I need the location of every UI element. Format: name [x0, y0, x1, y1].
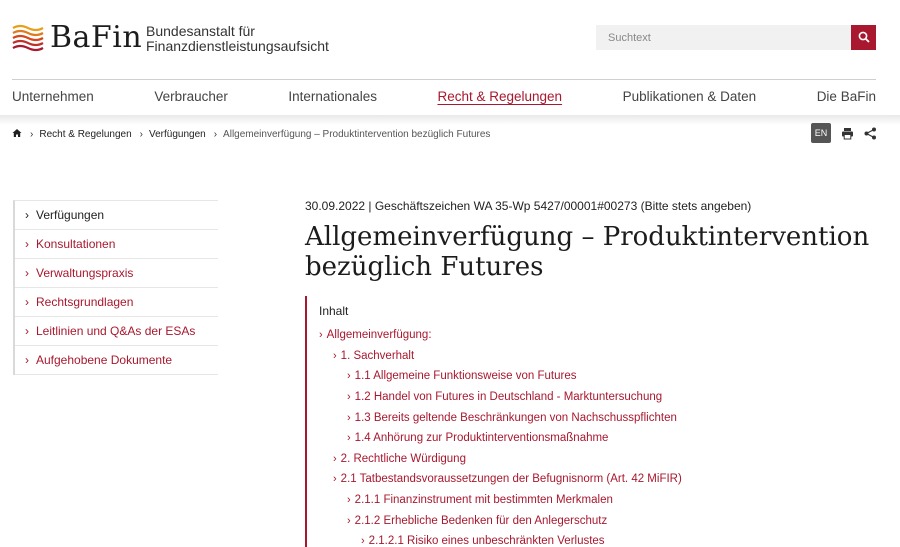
chevron-right-icon: ›	[347, 432, 351, 445]
toc-item-label: 1.2 Handel von Futures in Deutschland - …	[354, 391, 663, 404]
chevron-right-icon: ›	[347, 514, 351, 527]
chevron-right-icon: ›	[25, 208, 29, 222]
toc-item-label: 1. Sachverhalt	[340, 349, 415, 362]
sidebar-item-label: Verwaltungspraxis	[36, 266, 134, 280]
header-divider	[12, 79, 876, 80]
chevron-right-icon: ›	[25, 237, 29, 251]
chevron-right-icon: ›	[347, 411, 351, 424]
nav-shadow	[0, 115, 900, 125]
toc-item-label: 1.1 Allgemeine Funktionsweise von Future…	[354, 370, 577, 383]
nav-item-publikationen-daten[interactable]: Publikationen & Daten	[623, 89, 757, 109]
breadcrumb-item-recht-regelungen[interactable]: Recht & Regelungen	[39, 129, 131, 140]
logo-subtitle-line1: Bundesanstalt für	[146, 23, 255, 39]
toc-item[interactable]: › 1. Sachverhalt	[319, 346, 885, 367]
sidebar-item-label: Verfügungen	[36, 208, 105, 222]
sidebar-item-verwaltungspraxis[interactable]: › Verwaltungspraxis	[15, 259, 218, 288]
chevron-right-icon: ›	[333, 349, 337, 362]
toc-item[interactable]: › 2. Rechtliche Würdigung	[319, 449, 885, 470]
site-header: BaFin Bundesanstalt für Finanzdienstleis…	[0, 0, 900, 80]
nav-item-verbraucher[interactable]: Verbraucher	[154, 89, 228, 109]
toc-heading: Inhalt	[319, 304, 349, 318]
toc-item[interactable]: › 1.1 Allgemeine Funktionsweise von Futur…	[319, 366, 885, 387]
language-switch-button[interactable]: EN	[811, 123, 831, 143]
toc-item-label: 1.4 Anhörung zur Produktinterventionsmaß…	[354, 432, 609, 445]
bafin-logo-mark-icon	[12, 22, 44, 54]
toc-item-label: 2.1.2 Erhebliche Bedenken für den Anlege…	[354, 514, 608, 527]
sidebar-item-label: Rechtsgrundlagen	[36, 295, 134, 309]
sidebar-item-verfuegungen[interactable]: › Verfügungen	[15, 201, 218, 230]
chevron-right-icon: ›	[25, 295, 29, 309]
toc-item[interactable]: › 2.1.1 Finanzinstrument mit bestimmten M…	[319, 490, 885, 511]
chevron-right-icon: ›	[319, 329, 323, 342]
toc-item[interactable]: › 1.4 Anhörung zur Produktinterventionsma…	[319, 428, 885, 449]
logo-wordmark: BaFin	[50, 20, 143, 55]
bafin-logo[interactable]: BaFin	[12, 20, 142, 55]
sidebar-item-rechtsgrundlagen[interactable]: › Rechtsgrundlagen	[15, 288, 218, 317]
chevron-right-icon: ›	[25, 353, 29, 367]
toc-item-label: 2.1.2.1 Risiko eines unbeschränkten Verl…	[368, 535, 605, 547]
chevron-right-icon: ›	[347, 391, 351, 404]
toc-item[interactable]: › 2.1.2.1 Risiko eines unbeschränkten Ver…	[319, 531, 885, 547]
toc-item-label: 1.3 Bereits geltende Beschränkungen von …	[354, 411, 677, 424]
chevron-right-icon: ›	[347, 370, 351, 383]
breadcrumb-item-verfuegungen[interactable]: Verfügungen	[149, 129, 206, 140]
home-icon[interactable]	[12, 128, 22, 141]
sidebar-item-label: Aufgehobene Dokumente	[36, 353, 173, 367]
breadcrumb-chevron-icon: ›	[30, 128, 34, 140]
sidebar-navigation: › Verfügungen › Konsultationen › Verwalt…	[13, 200, 218, 375]
search-icon	[858, 28, 870, 47]
sidebar-item-leitlinien[interactable]: › Leitlinien und Q&As der ESAs	[15, 317, 218, 346]
chevron-right-icon: ›	[25, 324, 29, 338]
main-navigation: Unternehmen Verbraucher Internationales …	[12, 89, 876, 109]
print-icon[interactable]	[840, 126, 854, 140]
breadcrumb-chevron-icon: ›	[213, 128, 218, 140]
toc-item[interactable]: › Allgemeinverfügung:	[319, 325, 885, 346]
toc-item-label: 2. Rechtliche Würdigung	[340, 452, 466, 465]
breadcrumb: › Recht & Regelungen › Verfügungen › All…	[12, 127, 490, 141]
search-bar	[596, 25, 876, 50]
page-tools: EN	[811, 123, 877, 143]
logo-subtitle: Bundesanstalt für Finanzdienstleistungsa…	[146, 24, 329, 54]
chevron-right-icon: ›	[333, 452, 337, 465]
page-title-line2: bezüglich Futures	[305, 252, 544, 282]
page-title-line1: Allgemeinverfügung – Produktintervention	[305, 222, 870, 252]
toc-item[interactable]: › 2.1 Tatbestandsvoraussetzungen der Befu…	[319, 469, 885, 490]
toc-item-label: Allgemeinverfügung:	[326, 329, 432, 342]
chevron-right-icon: ›	[25, 266, 29, 280]
toc-item-label: 2.1 Tatbestandsvoraussetzungen der Befug…	[340, 473, 682, 486]
share-icon[interactable]	[863, 126, 877, 140]
chevron-right-icon: ›	[333, 473, 337, 486]
page-title: Allgemeinverfügung – Produktintervention…	[305, 222, 885, 282]
article-meta: 30.09.2022 | Geschäftszeichen WA 35-Wp 5…	[305, 199, 752, 213]
toc-item[interactable]: › 1.3 Bereits geltende Beschränkungen von…	[319, 407, 885, 428]
logo-subtitle-line2: Finanzdienstleistungsaufsicht	[146, 38, 329, 54]
breadcrumb-current: Allgemeinverfügung – Produktintervention…	[223, 128, 491, 140]
chevron-right-icon: ›	[361, 535, 365, 547]
toc-item[interactable]: › 2.1.2 Erhebliche Bedenken für den Anleg…	[319, 510, 885, 531]
toc-item[interactable]: › 1.2 Handel von Futures in Deutschland -…	[319, 387, 885, 408]
breadcrumb-chevron-icon: ›	[139, 128, 143, 140]
sidebar-item-label: Konsultationen	[36, 237, 116, 251]
toc-item-label: 2.1.1 Finanzinstrument mit bestimmten Me…	[354, 494, 613, 507]
search-button[interactable]	[851, 25, 876, 50]
table-of-contents: Inhalt › Allgemeinverfügung: › 1. Sachverha…	[305, 296, 885, 547]
sidebar-item-aufgehobene-dokumente[interactable]: › Aufgehobene Dokumente	[15, 346, 218, 375]
nav-item-internationales[interactable]: Internationales	[288, 89, 377, 109]
sidebar-item-label: Leitlinien und Q&As der ESAs	[36, 324, 196, 338]
nav-item-die-bafin[interactable]: Die BaFin	[817, 89, 876, 109]
nav-item-recht-regelungen[interactable]: Recht & Regelungen	[437, 89, 562, 109]
toc-list: › Allgemeinverfügung: › 1. Sachverhalt › 1.1 …	[319, 325, 885, 547]
chevron-right-icon: ›	[347, 494, 351, 507]
sidebar-item-konsultationen[interactable]: › Konsultationen	[15, 230, 218, 259]
nav-item-unternehmen[interactable]: Unternehmen	[12, 89, 94, 109]
search-input[interactable]	[596, 25, 851, 50]
